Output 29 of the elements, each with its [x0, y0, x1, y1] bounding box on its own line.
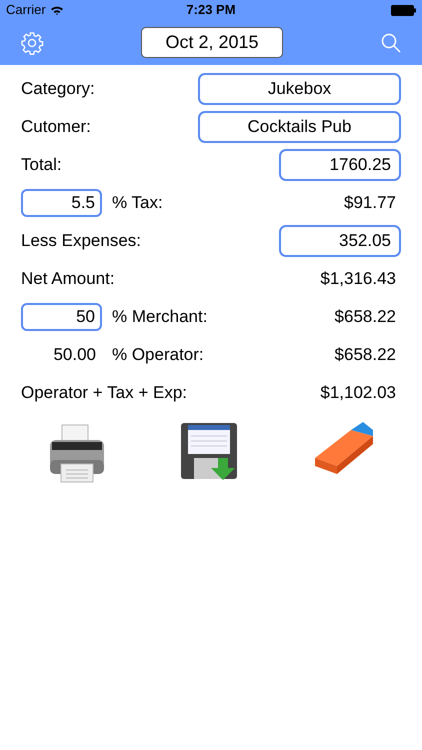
wifi-icon: [50, 5, 64, 15]
date-button[interactable]: Oct 2, 2015: [141, 27, 283, 58]
field-label: % Merchant:: [112, 306, 208, 328]
percent-field[interactable]: 5.5: [21, 189, 102, 217]
field-label: Total:: [21, 154, 63, 176]
clock-time: 7:23 PM: [186, 1, 236, 20]
input-field[interactable]: 352.05: [279, 225, 401, 257]
amount-value: $658.22: [334, 306, 397, 328]
field-label: Cutomer:: [21, 116, 92, 138]
percent-field[interactable]: 50: [21, 303, 102, 331]
field-label: Net Amount:: [21, 268, 116, 290]
search-icon[interactable]: [380, 32, 402, 54]
save-icon[interactable]: [180, 422, 238, 480]
amount-value: $1,102.03: [320, 382, 397, 404]
field-label: Operator + Tax + Exp:: [21, 382, 188, 404]
amount-value: $1,316.43: [320, 268, 397, 290]
amount-value: $91.77: [344, 192, 397, 214]
field-label: Less Expenses:: [21, 230, 142, 252]
battery-icon: [391, 4, 416, 16]
percent-value: 50.00: [52, 344, 97, 366]
input-field[interactable]: 1760.25: [279, 149, 401, 181]
field-label: Category:: [21, 78, 96, 100]
field-label: % Tax:: [112, 192, 164, 214]
select-field[interactable]: Jukebox: [198, 73, 401, 105]
settings-icon[interactable]: [20, 30, 44, 54]
carrier-label: Carrier: [6, 1, 46, 20]
field-label: % Operator:: [112, 344, 205, 366]
select-field[interactable]: Cocktails Pub: [198, 111, 401, 143]
amount-value: $658.22: [334, 344, 397, 366]
